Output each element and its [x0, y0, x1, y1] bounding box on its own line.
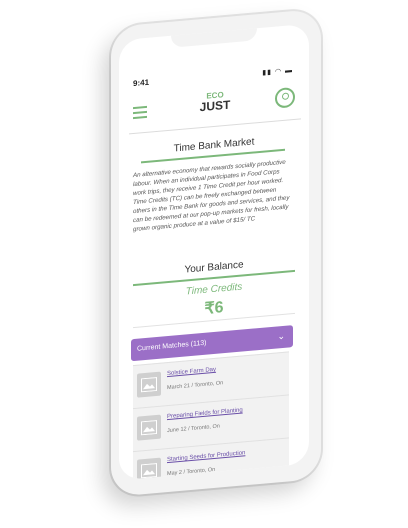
notch [171, 26, 257, 48]
hamburger-menu-icon[interactable] [133, 105, 147, 120]
status-time: 9:41 [133, 77, 150, 89]
app-screen: 9:41 ▮▮ ◠ ▬ ECO JUST Time Bank Market An… [119, 23, 309, 481]
match-meta: May 2 / Toronto, On [167, 466, 216, 478]
market-description: An alternative economy that rewards soci… [133, 158, 290, 234]
profile-icon[interactable] [275, 86, 295, 109]
phone-frame: 9:41 ▮▮ ◠ ▬ ECO JUST Time Bank Market An… [111, 8, 321, 497]
match-title-link[interactable]: Preparing Fields for Planting [167, 407, 243, 420]
ecojust-logo[interactable]: ECO JUST [195, 90, 235, 115]
current-matches-label: Current Matches (113) [137, 339, 207, 353]
image-placeholder-icon [137, 457, 161, 481]
match-meta: June 12 / Toronto, On [167, 423, 220, 435]
match-title-link[interactable]: Solstice Farm Day [167, 367, 216, 377]
image-placeholder-icon [137, 371, 161, 398]
match-title-link[interactable]: Starting Seeds for Production [167, 450, 245, 463]
matches-list: Solstice Farm Day March 21 / Toronto, On… [133, 351, 289, 481]
signal-wifi-battery-icon: ▮▮ ◠ ▬ [262, 67, 293, 77]
image-placeholder-icon [137, 414, 161, 441]
chevron-down-icon: ⌄ [277, 330, 285, 342]
app-header: ECO JUST [129, 83, 299, 132]
phone-mockup: 9:41 ▮▮ ◠ ▬ ECO JUST Time Bank Market An… [111, 8, 321, 497]
match-meta: March 21 / Toronto, On [167, 380, 224, 392]
logo-just: JUST [199, 97, 231, 115]
